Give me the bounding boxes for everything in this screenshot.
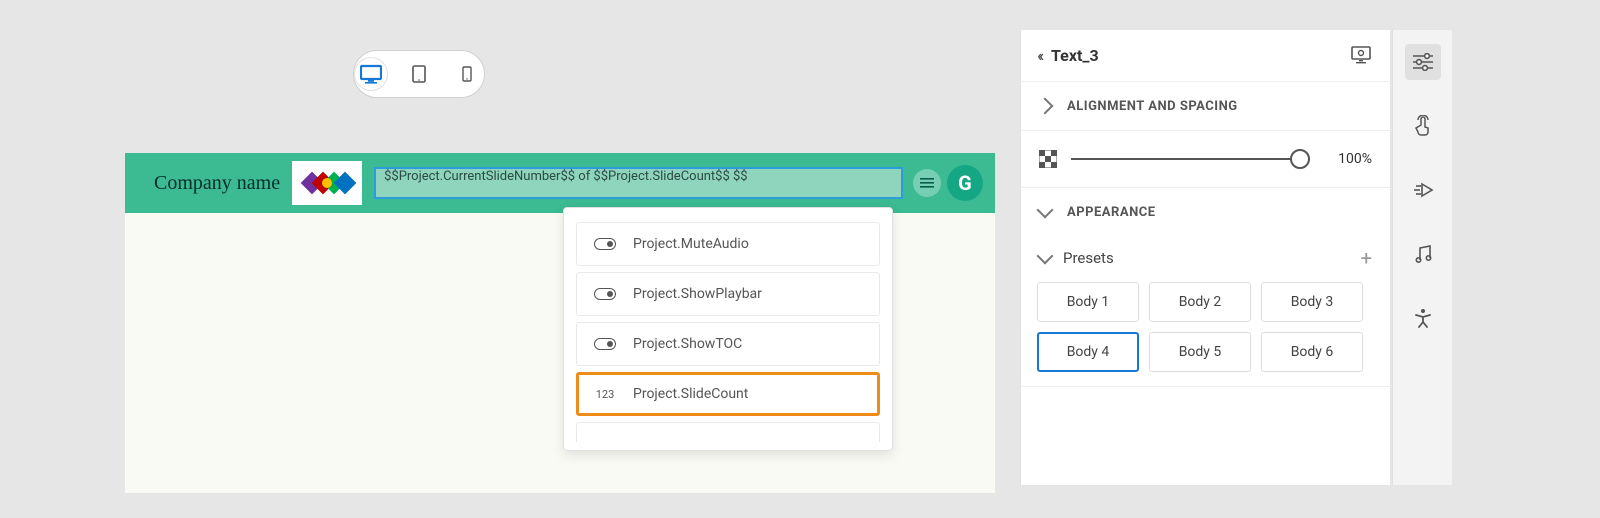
toggle-type-icon [591,238,619,250]
rail-accessibility-button[interactable] [1405,300,1441,336]
accessibility-icon [1414,308,1432,328]
add-preset-button[interactable]: + [1361,246,1372,270]
preset-body5[interactable]: Body 5 [1149,332,1251,372]
preset-body1[interactable]: Body 1 [1037,282,1139,322]
rail-animations-button[interactable] [1405,172,1441,208]
presets-grid: Body 1 Body 2 Body 3 Body 4 Body 5 Body … [1021,276,1390,386]
tool-rail [1392,30,1452,485]
rail-audio-button[interactable] [1405,236,1441,272]
variable-text-input[interactable]: $$Project.CurrentSlideNumber$$ of $$Proj… [374,167,903,199]
section-alignment: ALIGNMENT AND SPACING [1021,82,1390,131]
logo-icon [298,166,356,200]
opacity-slider[interactable] [1071,158,1310,160]
music-note-icon [1414,244,1432,264]
section-title: ALIGNMENT AND SPACING [1067,99,1238,114]
opacity-icon [1039,150,1057,168]
preset-body4[interactable]: Body 4 [1037,332,1139,372]
panel-header: ‹‹ Text_3 [1021,30,1390,82]
desktop-icon [360,64,382,84]
variable-autocomplete-dropdown: Project.MuteAudio Project.ShowPlaybar Pr… [563,207,893,451]
preset-body6[interactable]: Body 6 [1261,332,1363,372]
appearance-section-toggle[interactable]: APPEARANCE [1021,188,1390,236]
device-selector [353,50,485,98]
panel-title: Text_3 [1051,46,1350,65]
tablet-icon [412,65,426,83]
dropdown-item-label: Project.ShowPlaybar [633,286,762,302]
preset-body3[interactable]: Body 3 [1261,282,1363,322]
sliders-icon [1413,53,1433,71]
preset-body2[interactable]: Body 2 [1149,282,1251,322]
chevron-right-icon [1037,98,1054,115]
device-desktop-button[interactable] [355,58,387,90]
presets-label: Presets [1063,249,1361,267]
opacity-section: 100% [1021,131,1390,188]
dropdown-item-label: Project.SlideCount [633,386,748,402]
number-type-icon: 123 [591,388,619,401]
slide-header-banner: Company name $$Project.CurrentSlideNumbe… [125,153,995,213]
section-appearance: APPEARANCE Presets + Body 1 Body 2 Body … [1021,188,1390,387]
dropdown-item-slidecount[interactable]: 123 Project.SlideCount [576,372,880,416]
chevron-down-icon [1037,202,1054,219]
dropdown-item-showplaybar[interactable]: Project.ShowPlaybar [576,272,880,316]
dropdown-item-muteaudio[interactable]: Project.MuteAudio [576,222,880,266]
animation-icon [1412,182,1434,198]
mobile-icon [462,66,472,82]
toggle-type-icon [591,288,619,300]
company-logo [292,161,362,205]
rail-interactions-button[interactable] [1405,108,1441,144]
opacity-value: 100% [1324,151,1372,167]
dropdown-item-label: Project.MuteAudio [633,236,749,252]
collapse-panel-button[interactable]: ‹‹ [1037,46,1041,65]
device-mobile-button[interactable] [451,58,483,90]
rail-properties-button[interactable] [1405,44,1441,80]
menu-lines-icon [920,177,934,189]
toggle-type-icon [591,338,619,350]
presets-subheader[interactable]: Presets + [1021,236,1390,276]
section-title: APPEARANCE [1067,205,1156,220]
dropdown-item-showtoc[interactable]: Project.ShowTOC [576,322,880,366]
toc-button[interactable] [913,169,941,197]
properties-panel: ‹‹ Text_3 ALIGNMENT AND SPACING 100% APP… [1020,30,1390,485]
device-tablet-button[interactable] [403,58,435,90]
alignment-section-toggle[interactable]: ALIGNMENT AND SPACING [1021,82,1390,130]
opacity-slider-thumb[interactable] [1290,149,1310,169]
tap-icon [1413,115,1433,137]
dropdown-item-label: Project.ShowTOC [633,336,742,352]
grammarly-icon[interactable]: G [947,165,983,201]
canvas-area: Company name $$Project.CurrentSlideNumbe… [125,30,1005,480]
preview-mode-button[interactable] [1350,44,1374,68]
company-name-label: Company name [154,172,280,195]
dropdown-item-partial [576,422,880,442]
preview-icon [1350,44,1372,64]
chevron-down-icon [1037,248,1054,265]
